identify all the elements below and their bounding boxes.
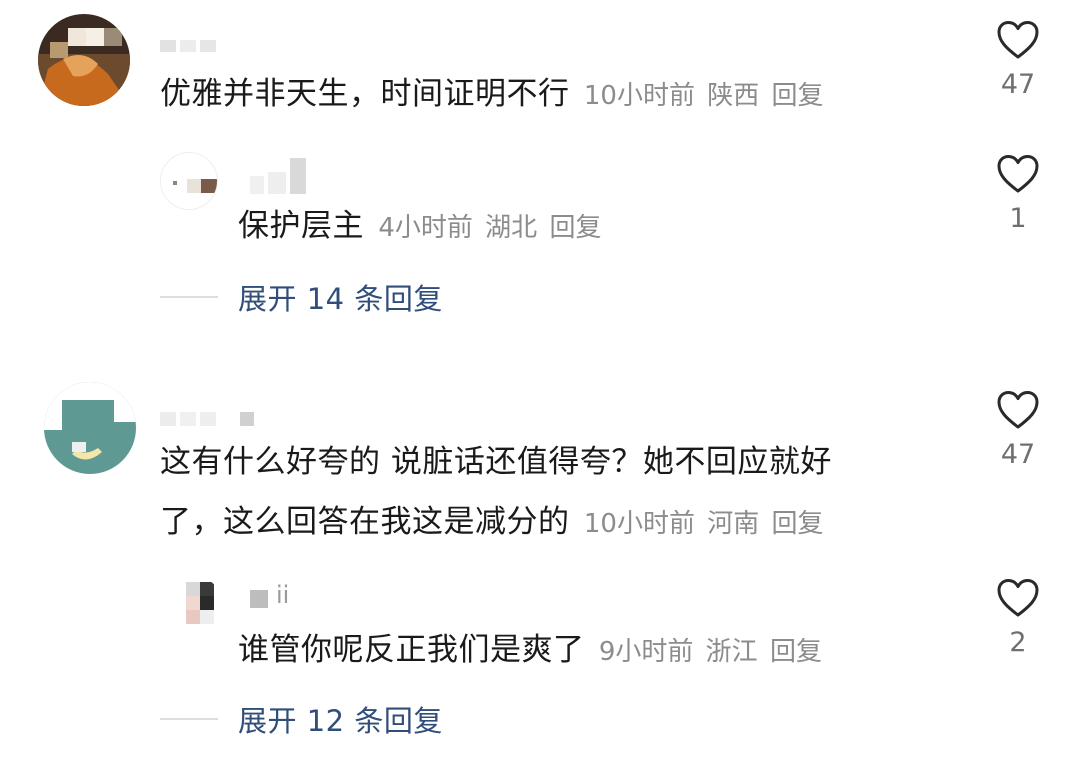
expand-replies[interactable]: 展开 12 条回复 [160,698,443,740]
reply-time: 4小时前 [378,213,473,243]
reply-time: 9小时前 [598,637,694,667]
comment-location: 河南 [707,509,760,539]
like-button[interactable]: 1 [988,154,1048,236]
username[interactable] [160,40,216,52]
reply-link[interactable]: 回复 [772,509,824,539]
like-button[interactable]: 47 [988,20,1048,102]
comment-body: 优雅并非天生，时间证明不行 [160,76,570,112]
avatar[interactable] [166,576,222,632]
reply-link[interactable]: 回复 [772,81,824,111]
avatar[interactable] [44,382,136,474]
reply-link[interactable]: 回复 [770,637,822,667]
avatar[interactable] [38,14,130,106]
username[interactable]: ii [250,582,289,608]
comment-time: 10小时前 [583,509,695,539]
divider [160,718,218,720]
heart-outline-icon[interactable] [996,154,1040,194]
heart-outline-icon[interactable] [996,578,1040,618]
reply-body: 保护层主 [238,208,364,244]
divider [160,296,218,298]
like-button[interactable]: 2 [988,578,1048,660]
comment-location: 陕西 [707,81,760,111]
reply-body: 谁管你呢反正我们是爽了 [238,632,585,668]
username[interactable] [160,412,254,426]
username-suffix: ii [276,581,290,609]
reply-link[interactable]: 回复 [549,213,601,243]
comment-body: 这有什么好夸的 说脏话还值得夸？她不回应就好 [160,444,832,480]
expand-replies[interactable]: 展开 14 条回复 [160,276,443,318]
comment-text: 优雅并非天生，时间证明不行 10小时前 陕西 回复 [160,64,824,126]
comment-text: 这有什么好夸的 说脏话还值得夸？她不回应就好 了，这么回答在我这是减分的 10小… [160,432,832,554]
name-mosaic [250,590,268,608]
reply-text: 保护层主 4小时前 湖北 回复 [238,196,601,258]
like-count: 47 [1000,439,1036,470]
expand-replies-label[interactable]: 展开 12 条回复 [238,698,443,740]
username[interactable] [250,158,306,194]
comment-time: 10小时前 [583,81,695,111]
heart-outline-icon[interactable] [996,390,1040,430]
reply-text: 谁管你呢反正我们是爽了 9小时前 浙江 回复 [238,620,822,682]
avatar[interactable] [160,152,218,210]
like-count: 1 [1009,203,1027,234]
like-button[interactable]: 47 [988,390,1048,472]
comment-body: 了，这么回答在我这是减分的 [160,504,570,540]
reply-location: 湖北 [485,213,538,243]
like-count: 2 [1009,627,1027,658]
heart-outline-icon[interactable] [996,20,1040,60]
expand-replies-label[interactable]: 展开 14 条回复 [238,276,443,318]
reply-location: 浙江 [705,637,758,667]
like-count: 47 [1000,69,1036,100]
